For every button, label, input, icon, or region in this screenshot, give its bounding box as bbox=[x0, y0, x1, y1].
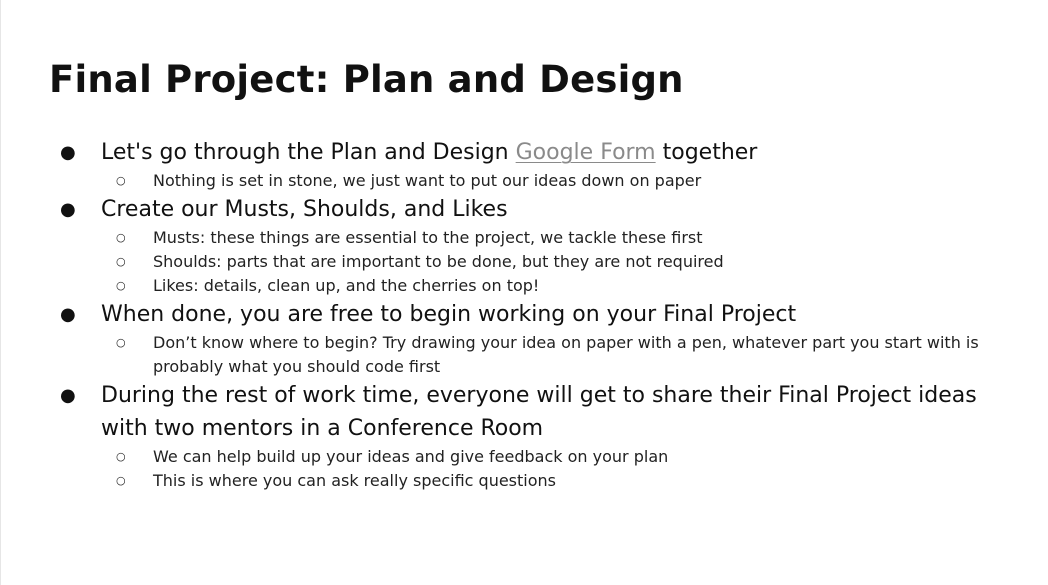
circle-bullet-icon: ○ bbox=[116, 174, 126, 187]
google-form-link[interactable]: Google Form bbox=[516, 140, 656, 165]
bullet-dot-icon: ● bbox=[60, 142, 76, 163]
bullet-text: During the rest of work time, everyone w… bbox=[101, 383, 977, 441]
sub-bullet-item: ○ Don’t know where to begin? Try drawing… bbox=[1, 331, 993, 379]
sub-bullet-text: Shoulds: parts that are important to be … bbox=[153, 252, 724, 271]
circle-bullet-icon: ○ bbox=[116, 474, 126, 487]
sub-bullet-text: Likes: details, clean up, and the cherri… bbox=[153, 276, 540, 295]
bullet-text-pre: Let's go through the Plan and Design bbox=[101, 140, 516, 165]
bullet-item-begin-working: ● When done, you are free to begin worki… bbox=[1, 298, 981, 331]
sub-bullet-item: ○ Musts: these things are essential to t… bbox=[1, 226, 993, 250]
sub-bullet-text: Don’t know where to begin? Try drawing y… bbox=[153, 333, 979, 376]
slide-title: Final Project: Plan and Design bbox=[49, 58, 684, 101]
sub-bullet-item: ○ Nothing is set in stone, we just want … bbox=[1, 169, 993, 193]
bullet-dot-icon: ● bbox=[60, 304, 76, 325]
bullet-text-post: together bbox=[655, 140, 758, 165]
bullet-item-share-ideas: ● During the rest of work time, everyone… bbox=[1, 379, 981, 445]
bullet-dot-icon: ● bbox=[60, 385, 76, 406]
sub-bullet-text: We can help build up your ideas and give… bbox=[153, 447, 669, 466]
circle-bullet-icon: ○ bbox=[116, 279, 126, 292]
sub-bullet-text: Nothing is set in stone, we just want to… bbox=[153, 171, 702, 190]
bullet-item-google-form: ● Let's go through the Plan and Design G… bbox=[1, 136, 981, 169]
sub-bullet-item: ○ Likes: details, clean up, and the cher… bbox=[1, 274, 993, 298]
circle-bullet-icon: ○ bbox=[116, 231, 126, 244]
sub-bullet-item: ○ This is where you can ask really speci… bbox=[1, 469, 993, 493]
bullet-list: ● Let's go through the Plan and Design G… bbox=[1, 136, 1011, 493]
circle-bullet-icon: ○ bbox=[116, 336, 126, 349]
bullet-text: Create our Musts, Shoulds, and Likes bbox=[101, 197, 508, 222]
sub-bullet-text: Musts: these things are essential to the… bbox=[153, 228, 703, 247]
sub-bullet-item: ○ We can help build up your ideas and gi… bbox=[1, 445, 993, 469]
bullet-dot-icon: ● bbox=[60, 199, 76, 220]
bullet-item-musts-shoulds-likes: ● Create our Musts, Shoulds, and Likes bbox=[1, 193, 981, 226]
bullet-text: When done, you are free to begin working… bbox=[101, 302, 797, 327]
circle-bullet-icon: ○ bbox=[116, 450, 126, 463]
circle-bullet-icon: ○ bbox=[116, 255, 126, 268]
sub-bullet-item: ○ Shoulds: parts that are important to b… bbox=[1, 250, 993, 274]
sub-bullet-text: This is where you can ask really specifi… bbox=[153, 471, 556, 490]
slide: Final Project: Plan and Design ● Let's g… bbox=[0, 0, 1048, 585]
